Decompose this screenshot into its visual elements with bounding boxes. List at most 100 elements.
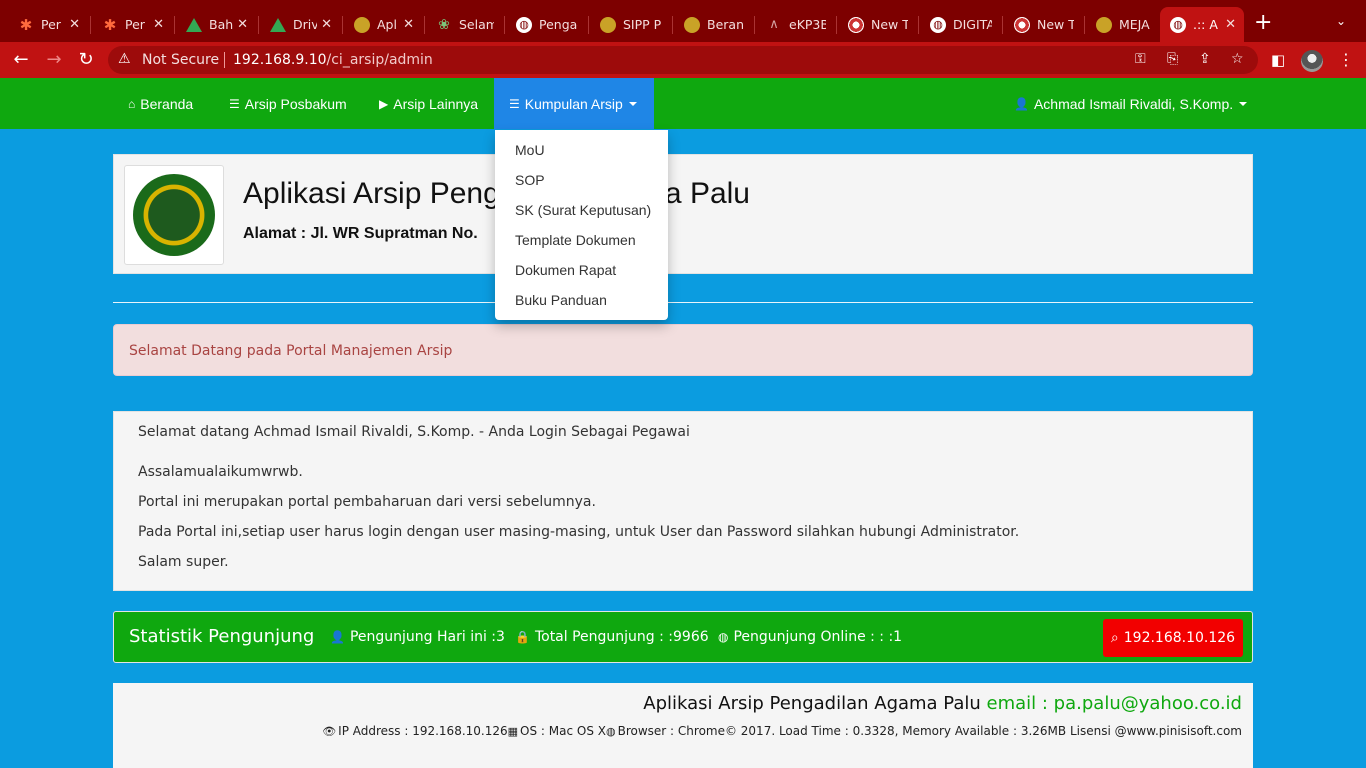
- tab-separator: [672, 16, 673, 34]
- dropdown-item-template-dokumen[interactable]: Template Dokumen: [495, 225, 668, 255]
- browser-tab[interactable]: New Ta: [1004, 7, 1082, 42]
- chrome-icon: [1014, 16, 1030, 33]
- browser-tab[interactable]: SIPP PE: [590, 7, 670, 42]
- close-icon[interactable]: ✕: [237, 17, 248, 32]
- url-path: /ci_arsip/admin: [326, 52, 433, 68]
- nav-item-beranda[interactable]: ⌂ Beranda: [128, 78, 193, 129]
- nav-item-label: Arsip Lainnya: [393, 95, 479, 112]
- tab-title: Selama: [459, 17, 494, 32]
- nav-item-kumpulan-arsip[interactable]: ☰ Kumpulan Arsip: [494, 78, 654, 129]
- court-seal-icon: [354, 16, 370, 33]
- tab-title: New Ta: [1037, 17, 1074, 32]
- nav-item-arsip-lainnya[interactable]: ▶ Arsip Lainnya: [379, 78, 478, 129]
- dropdown-item-sop[interactable]: SOP: [495, 165, 668, 195]
- court-seal-logo-icon: [133, 174, 215, 256]
- bookmark-star-icon[interactable]: ☆: [1231, 51, 1244, 67]
- nav-item-label: Arsip Posbakum: [244, 95, 347, 112]
- tab-separator: [836, 16, 837, 34]
- dropdown-item-sk[interactable]: SK (Surat Keputusan): [495, 195, 668, 225]
- list-icon: ☰: [229, 96, 240, 111]
- forward-arrow-icon[interactable]: →: [44, 50, 64, 70]
- home-icon: ⌂: [128, 96, 136, 111]
- footer-browser-info: Browser : Chrome© 2017. Load Time : 0.33…: [617, 724, 1242, 738]
- tab-title: Pengad: [539, 17, 578, 32]
- chevron-down-icon[interactable]: ⌄: [1336, 14, 1346, 28]
- welcome-line: Portal ini merupakan portal pembaharuan …: [138, 494, 596, 510]
- joomla-icon: ✱: [19, 15, 33, 34]
- browser-tab[interactable]: MEJA II: [1086, 7, 1158, 42]
- welcome-line: Salam super.: [138, 554, 229, 570]
- browser-tab[interactable]: ❀ Selama: [426, 7, 502, 42]
- nav-item-label: Beranda: [140, 95, 194, 112]
- user-icon: 👤: [330, 630, 345, 644]
- browser-tab[interactable]: ✱ Per ✕: [92, 7, 172, 42]
- avatar[interactable]: [1301, 50, 1323, 72]
- browser-tab[interactable]: Berand: [674, 7, 752, 42]
- browser-tab[interactable]: Bah ✕: [176, 7, 256, 42]
- stat-online: ◍ Pengunjung Online : : :1: [718, 629, 902, 645]
- sidebar-panel-icon[interactable]: ◧: [1271, 51, 1285, 69]
- ekp3b-icon: ∧: [769, 17, 779, 32]
- user-menu[interactable]: 👤 Achmad Ismail Rivaldi, S.Komp.: [1014, 78, 1248, 129]
- reload-icon[interactable]: ↻: [76, 50, 96, 70]
- court-seal-icon: [684, 16, 700, 33]
- tab-title: Per: [125, 17, 145, 32]
- stat-online-text: Pengunjung Online : : :1: [733, 629, 903, 645]
- visitor-stats-bar: Statistik Pengunjung 👤 Pengunjung Hari i…: [113, 611, 1253, 663]
- browser-tab[interactable]: ◍ DIGITAL: [920, 7, 1000, 42]
- footer-meta: 👁 IP Address : 192.168.10.126 ▦ OS : Mac…: [322, 724, 1242, 738]
- user-name: Achmad Ismail Rivaldi, S.Komp.: [1033, 95, 1234, 112]
- close-icon[interactable]: ✕: [321, 17, 332, 32]
- globe-icon: ◍: [930, 16, 946, 33]
- welcome-line: Pada Portal ini,setiap user harus login …: [138, 524, 1020, 540]
- welcome-panel: Selamat datang Achmad Ismail Rivaldi, S.…: [113, 411, 1253, 591]
- play-icon: ▶: [379, 96, 389, 111]
- close-icon[interactable]: ✕: [1225, 17, 1236, 32]
- footer-email: email : pa.palu@yahoo.co.id: [986, 693, 1242, 714]
- eye-icon: 👁: [322, 724, 337, 738]
- address-bar[interactable]: ⚠ Not Secure 192.168.9.10/ci_arsip/admin…: [108, 46, 1258, 74]
- leaf-emblem-icon: ❀: [438, 16, 450, 33]
- ip-address-button[interactable]: ⌕ 192.168.10.126: [1103, 619, 1243, 657]
- footer-os: OS : Mac OS X: [520, 724, 606, 738]
- caret-down-icon: [1239, 101, 1248, 106]
- tab-separator: [258, 16, 259, 34]
- browser-tab[interactable]: New Ta: [838, 7, 916, 42]
- browser-toolbar: ← → ↻ ⚠ Not Secure 192.168.9.10/ci_arsip…: [0, 42, 1366, 78]
- welcome-alert: Selamat Datang pada Portal Manajemen Ars…: [113, 324, 1253, 376]
- browser-tab[interactable]: Driv ✕: [260, 7, 340, 42]
- stat-today-text: Pengunjung Hari ini :3: [349, 629, 505, 645]
- tab-title: DIGITAL: [953, 17, 992, 32]
- more-menu-icon[interactable]: ⋮: [1338, 50, 1354, 69]
- stat-today: 👤 Pengunjung Hari ini :3: [330, 629, 505, 645]
- key-icon[interactable]: ⚿: [1135, 51, 1146, 67]
- browser-tab-active[interactable]: ◍ .:: A ✕: [1160, 7, 1244, 42]
- url-text[interactable]: 192.168.9.10/ci_arsip/admin: [233, 52, 433, 68]
- close-icon[interactable]: ✕: [153, 17, 164, 32]
- close-icon[interactable]: ✕: [403, 17, 414, 32]
- chrome-icon: [848, 16, 864, 33]
- stat-total: 🔒 Total Pengunjung : :9966: [515, 629, 709, 645]
- tab-title: MEJA II: [1119, 17, 1150, 32]
- close-icon[interactable]: ✕: [69, 17, 80, 32]
- browser-tab[interactable]: ◍ Pengad: [506, 7, 586, 42]
- browser-tab[interactable]: Apl ✕: [344, 7, 422, 42]
- tab-separator: [1084, 16, 1085, 34]
- translate-icon[interactable]: ⎘: [1167, 51, 1178, 67]
- welcome-greeting: Selamat datang Achmad Ismail Rivaldi, S.…: [138, 424, 690, 440]
- back-arrow-icon[interactable]: ←: [11, 50, 31, 70]
- dropdown-item-dokumen-rapat[interactable]: Dokumen Rapat: [495, 255, 668, 285]
- security-status[interactable]: Not Secure: [142, 52, 219, 68]
- browser-tab[interactable]: ∧ eKP3B: [756, 7, 834, 42]
- joomla-icon: ✱: [103, 15, 117, 34]
- caret-down-icon: [628, 101, 637, 106]
- tab-title: Driv: [293, 17, 318, 32]
- dropdown-item-buku-panduan[interactable]: Buku Panduan: [495, 285, 668, 315]
- google-drive-icon: [270, 17, 286, 32]
- tab-separator: [1002, 16, 1003, 34]
- new-tab-button[interactable]: +: [1254, 12, 1272, 34]
- browser-tab[interactable]: ✱ Per ✕: [8, 7, 88, 42]
- share-icon[interactable]: ⇪: [1199, 51, 1211, 67]
- dropdown-item-mou[interactable]: MoU: [495, 135, 668, 165]
- nav-item-arsip-posbakum[interactable]: ☰ Arsip Posbakum: [229, 78, 347, 129]
